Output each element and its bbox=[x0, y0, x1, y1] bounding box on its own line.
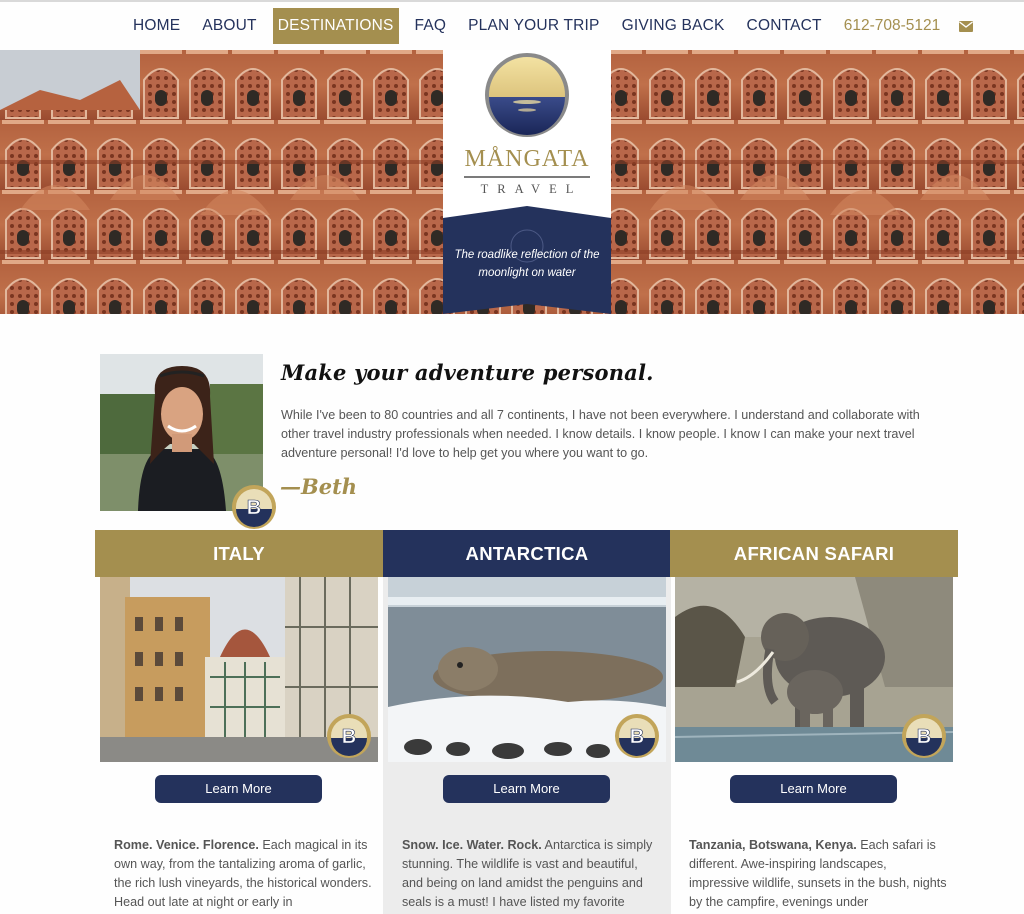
intro-text: While I've been to 80 countries and all … bbox=[281, 408, 920, 460]
nav-phone-link[interactable]: 612-708-5121 bbox=[833, 8, 952, 44]
destination-card-african-safari: AFRICAN SAFARI B Learn More Tanzania, Bo… bbox=[670, 530, 958, 914]
card-lead: Tanzania, Botswana, Kenya. bbox=[689, 838, 857, 852]
envelope-icon[interactable] bbox=[951, 8, 981, 44]
nav-destinations[interactable]: DESTINATIONS bbox=[272, 8, 399, 44]
card-title: ITALY bbox=[95, 530, 383, 577]
card-lead: Snow. Ice. Water. Rock. bbox=[402, 838, 542, 852]
b-badge-icon: B bbox=[902, 714, 946, 758]
logo-name: MÅNGATA bbox=[464, 146, 590, 172]
logo-tagline: The roadlike reflection of the moonlight… bbox=[454, 249, 600, 279]
learn-more-button[interactable]: Learn More bbox=[155, 775, 322, 803]
intro-title: Make your adventure personal. bbox=[281, 360, 654, 385]
svg-text:B: B bbox=[247, 497, 261, 519]
nav-giving-back[interactable]: GIVING BACK bbox=[611, 8, 736, 44]
nav-faq[interactable]: FAQ bbox=[404, 8, 458, 44]
svg-text:B: B bbox=[917, 726, 931, 748]
card-description: Rome. Venice. Florence. Each magical in … bbox=[114, 836, 372, 912]
page: HOME ABOUT DESTINATIONS FAQ PLAN YOUR TR… bbox=[0, 0, 1024, 914]
card-description: Snow. Ice. Water. Rock. Antarctica is si… bbox=[402, 836, 660, 912]
learn-more-button[interactable]: Learn More bbox=[443, 775, 610, 803]
svg-text:B: B bbox=[630, 726, 644, 748]
nav-contact[interactable]: CONTACT bbox=[736, 8, 833, 44]
b-badge-icon: B bbox=[615, 714, 659, 758]
signature: —Beth bbox=[280, 474, 358, 499]
main-nav: HOME ABOUT DESTINATIONS FAQ PLAN YOUR TR… bbox=[122, 8, 981, 44]
top-border bbox=[0, 0, 1024, 2]
svg-text:B: B bbox=[342, 726, 356, 748]
nav-plan-your-trip[interactable]: PLAN YOUR TRIP bbox=[457, 8, 610, 44]
card-title: AFRICAN SAFARI bbox=[670, 530, 958, 577]
hero-banner: MÅNGATA TRAVEL The roadlike reflection o… bbox=[0, 50, 1024, 314]
b-badge-icon: B bbox=[232, 485, 276, 529]
card-title: ANTARCTICA bbox=[383, 530, 671, 577]
card-description: Tanzania, Botswana, Kenya. Each safari i… bbox=[689, 836, 947, 912]
logo-panel[interactable]: MÅNGATA TRAVEL The roadlike reflection o… bbox=[443, 50, 611, 314]
card-lead: Rome. Venice. Florence. bbox=[114, 838, 259, 852]
nav-about[interactable]: ABOUT bbox=[191, 8, 267, 44]
logo-divider bbox=[464, 176, 590, 178]
learn-more-button[interactable]: Learn More bbox=[730, 775, 897, 803]
destination-card-italy: ITALY B Learn More Rome. Venice. Florenc… bbox=[95, 530, 383, 914]
logo-subtitle: TRAVEL bbox=[480, 182, 583, 196]
destination-card-antarctica: ANTARCTICA B Learn More Snow. Ice. Water… bbox=[383, 530, 671, 914]
nav-home[interactable]: HOME bbox=[122, 8, 191, 44]
b-badge-icon: B bbox=[327, 714, 371, 758]
